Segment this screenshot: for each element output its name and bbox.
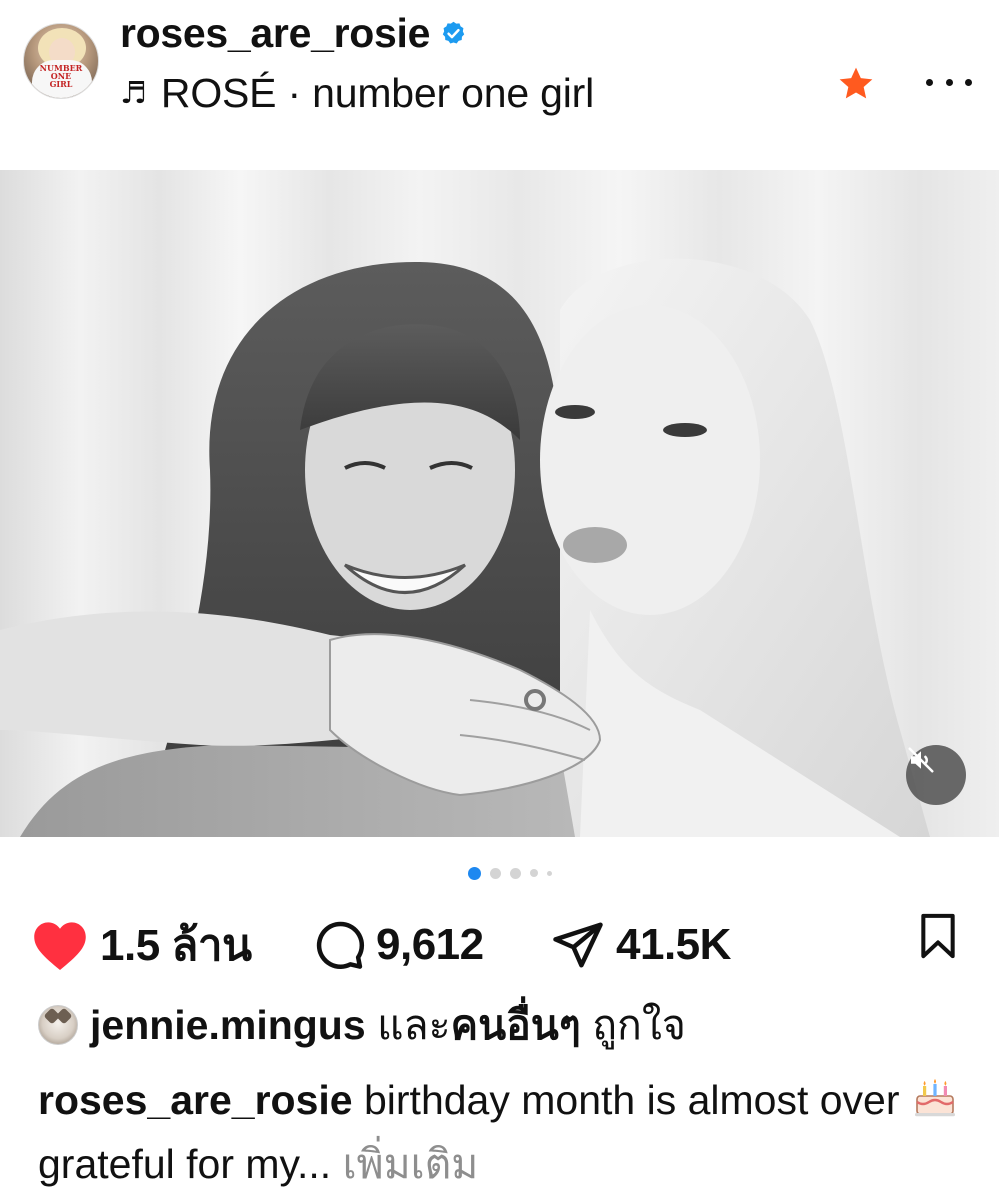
username[interactable]: roses_are_rosie bbox=[120, 10, 430, 57]
caption-text-part2: grateful for my... bbox=[38, 1141, 332, 1187]
birthday-cake-icon bbox=[914, 1079, 955, 1117]
username-row: roses_are_rosie bbox=[120, 8, 467, 58]
liked-by-others[interactable]: คนอื่นๆ bbox=[451, 1002, 581, 1048]
carousel-dot bbox=[510, 867, 521, 879]
liker-avatar[interactable] bbox=[38, 1005, 78, 1045]
comment-icon[interactable] bbox=[312, 918, 366, 972]
music-track-label[interactable]: ROSÉ · number one girl bbox=[161, 70, 594, 117]
liked-by-row[interactable]: jennie.mingus และคนอื่นๆ ถูกใจ bbox=[38, 990, 686, 1060]
caption-text-part1: birthday month is almost over bbox=[363, 1077, 900, 1123]
post-actions: 1.5 ล้าน 9,612 41.5K bbox=[30, 905, 970, 985]
comment-action: 9,612 bbox=[312, 905, 484, 985]
like-count[interactable]: 1.5 ล้าน bbox=[100, 910, 252, 980]
caption-more-link[interactable]: เพิ่มเติม bbox=[343, 1141, 479, 1187]
more-options-button[interactable] bbox=[926, 62, 972, 102]
more-dot-icon bbox=[965, 78, 972, 86]
more-dot-icon bbox=[945, 78, 953, 86]
avatar-shirt-text: NUMBER ONE GIRL bbox=[39, 63, 83, 89]
carousel-dot-active bbox=[468, 866, 481, 880]
share-count[interactable]: 41.5K bbox=[616, 920, 731, 970]
music-note-icon: ♬ bbox=[120, 75, 147, 111]
avatar-ear bbox=[55, 1007, 73, 1025]
carousel-dot bbox=[547, 870, 552, 876]
post-photo[interactable] bbox=[0, 170, 999, 837]
post-header: NUMBER ONE GIRL roses_are_rosie ♬ ROSÉ ·… bbox=[0, 0, 999, 150]
liked-by-suffix: ถูกใจ bbox=[592, 1001, 686, 1048]
comment-count[interactable]: 9,612 bbox=[376, 920, 484, 970]
liked-by-connector: และ bbox=[377, 1001, 451, 1048]
verified-badge-icon bbox=[442, 21, 465, 44]
share-action: 41.5K bbox=[550, 905, 731, 985]
more-dot-icon bbox=[926, 78, 933, 86]
favorite-star-icon[interactable] bbox=[836, 64, 876, 104]
carousel-dot bbox=[530, 869, 538, 877]
mute-toggle-button[interactable] bbox=[906, 745, 966, 805]
caption-username[interactable]: roses_are_rosie bbox=[38, 1077, 353, 1123]
profile-avatar[interactable]: NUMBER ONE GIRL bbox=[23, 23, 99, 99]
liker-username[interactable]: jennie.mingus bbox=[90, 1002, 366, 1048]
music-attribution[interactable]: ♬ ROSÉ · number one girl bbox=[120, 68, 594, 118]
bookmark-icon[interactable] bbox=[916, 911, 960, 961]
photo-illustration bbox=[0, 258, 930, 837]
send-icon[interactable] bbox=[550, 918, 606, 972]
heart-filled-icon[interactable] bbox=[30, 918, 90, 972]
like-action: 1.5 ล้าน bbox=[30, 905, 252, 985]
liked-by-text: jennie.mingus และคนอื่นๆ ถูกใจ bbox=[90, 993, 686, 1058]
speaker-muted-icon bbox=[908, 747, 934, 773]
carousel-indicator bbox=[468, 866, 578, 880]
carousel-dot bbox=[490, 867, 501, 879]
post-caption: roses_are_rosie birthday month is almost… bbox=[38, 1068, 978, 1196]
